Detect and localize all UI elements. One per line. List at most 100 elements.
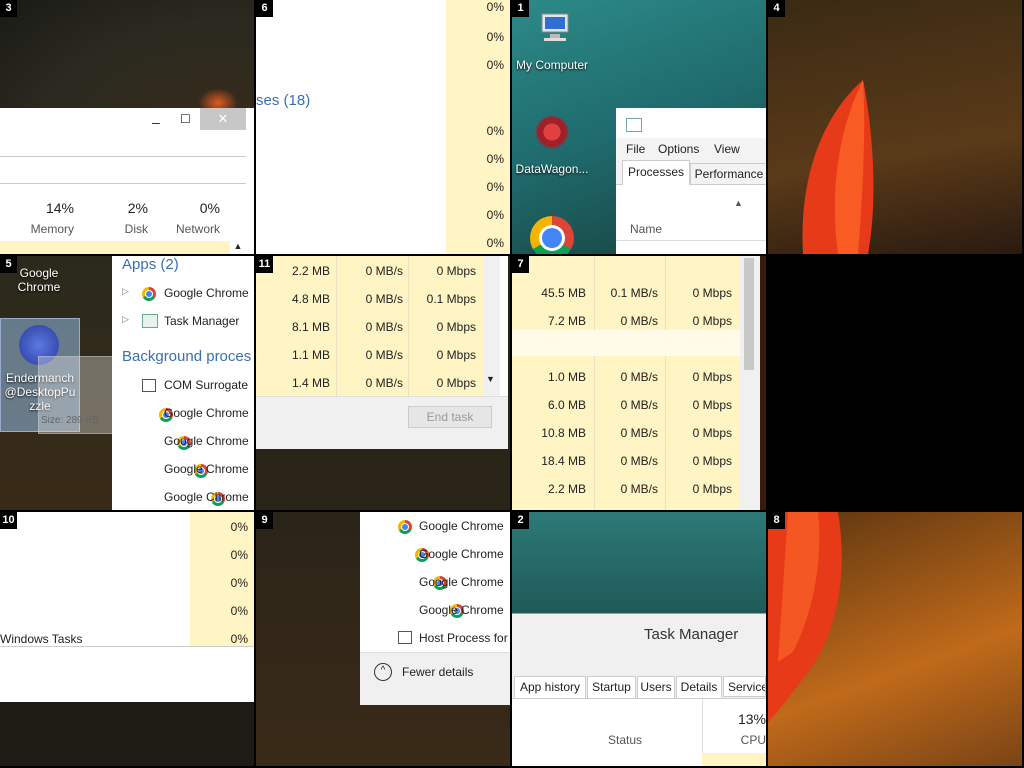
tile-10[interactable]: 10 0% 0% 0% 0% 0% Windows Tasks <box>0 512 254 766</box>
chevron-up-icon[interactable]: ^ <box>374 663 392 681</box>
cpu-value: 0% <box>230 520 248 534</box>
my-computer-icon[interactable] <box>538 10 572 44</box>
fewer-details-link[interactable]: Fewer details <box>402 665 473 679</box>
process-chrome[interactable]: Google Chrome <box>164 434 249 448</box>
chrome-icon <box>142 286 156 301</box>
background-processes-header: ses (18) <box>256 92 311 109</box>
tile-number: 9 <box>256 512 273 529</box>
process-com-surrogate[interactable]: COM Surrogate <box>164 378 248 392</box>
cpu-value: 0% <box>486 152 504 166</box>
column-headers: 13% CPU Status <box>512 699 766 766</box>
task-manager-icon <box>626 118 642 132</box>
tile-8[interactable]: 8 <box>768 512 1022 766</box>
usage-value: 0 MB/s <box>620 370 658 384</box>
tile-6[interactable]: 6 ses (18) 0% 0% 0% 0% 0% 0% 0% 0% <box>256 0 510 254</box>
cpu-value: 0% <box>486 236 504 250</box>
usage-value: 0 Mbps <box>436 320 476 334</box>
tab-app-history[interactable]: App history <box>514 676 586 699</box>
my-computer-label[interactable]: My Computer <box>512 58 592 72</box>
task-manager-window: 0% 0% 0% 0% 0% Windows Tasks <box>0 512 254 702</box>
usage-value: 0 Mbps <box>692 482 732 496</box>
usage-value: 0 MB/s <box>620 426 658 440</box>
process-chrome[interactable]: Google Chrome <box>419 547 504 561</box>
expand-icon[interactable]: ▷ <box>122 314 129 325</box>
process-windows-tasks[interactable]: Windows Tasks <box>0 632 82 646</box>
usage-value: 0 MB/s <box>620 314 658 328</box>
process-chrome[interactable]: Google Chrome <box>419 575 504 589</box>
network-header[interactable]: Network <box>160 222 220 236</box>
process-chrome[interactable]: Google Chrome <box>419 519 504 533</box>
cpu-percent: 13% <box>737 711 766 727</box>
usage-value: 0 Mbps <box>692 370 732 384</box>
minimize-icon[interactable]: – <box>152 114 160 130</box>
end-task-button[interactable]: End task <box>408 406 492 428</box>
menu-options[interactable]: Options <box>658 142 699 156</box>
tab-startup[interactable]: Startup <box>587 676 636 699</box>
footer: End task <box>256 396 508 449</box>
scrollbar[interactable] <box>740 256 760 510</box>
tile-5[interactable]: 5 Google Chrome Endermanch @DesktopPuzzl… <box>0 256 254 510</box>
divider <box>0 646 254 647</box>
process-host[interactable]: Host Process for W <box>419 631 510 645</box>
cpu-header[interactable]: CPU <box>702 733 766 747</box>
usage-value: 0 Mbps <box>692 426 732 440</box>
memory-header[interactable]: Memory <box>20 222 74 236</box>
disk-header[interactable]: Disk <box>90 222 148 236</box>
flower-petal-image <box>768 512 842 722</box>
usage-value: 0 MB/s <box>365 348 403 362</box>
cpu-value: 0% <box>486 0 504 14</box>
tile-9[interactable]: 9 Google Chrome Google Chrome Google Chr… <box>256 512 510 766</box>
expand-icon[interactable]: ▷ <box>122 286 129 297</box>
background-processes-header: Background proces <box>122 348 252 365</box>
process-chrome[interactable]: Google Chrome <box>164 406 249 420</box>
scrollbar[interactable]: ▼ <box>484 256 500 396</box>
scroll-down-icon[interactable]: ▼ <box>486 374 495 384</box>
group-gap-row <box>512 330 740 356</box>
datawagon-label[interactable]: DataWagon... <box>512 162 592 176</box>
memory-percent: 14% <box>45 200 74 216</box>
usage-value: 1.0 MB <box>547 370 586 384</box>
tile-7[interactable]: 7 45.5 MB 0.1 MB/s 0 Mbps 7.2 MB 0 MB/s 0 Mbp… <box>512 256 766 510</box>
usage-value: 0 MB/s <box>620 454 658 468</box>
tile-number: 3 <box>0 0 17 17</box>
tooltip-size: Size: 289 KB <box>41 415 99 426</box>
process-chrome[interactable]: Google Chrome <box>164 462 249 476</box>
usage-value: 6.0 MB <box>547 398 586 412</box>
tab-users[interactable]: Users <box>637 676 675 699</box>
tab-performance[interactable]: Performance <box>690 163 766 184</box>
tile-number: 2 <box>512 512 529 529</box>
name-column-header[interactable]: Name <box>630 222 662 236</box>
app-item-chrome[interactable]: Google Chrome <box>164 286 249 300</box>
tab-strip: App history Startup Users Details Servic… <box>512 676 766 699</box>
maximize-icon[interactable]: ☐ <box>180 112 191 126</box>
usage-value: 0 MB/s <box>365 376 403 390</box>
app-item-task-manager[interactable]: Task Manager <box>164 314 239 328</box>
usage-value: 0 Mbps <box>692 398 732 412</box>
usage-value: 0 Mbps <box>436 264 476 278</box>
empty-tile[interactable] <box>768 256 1022 510</box>
datawagon-icon[interactable] <box>532 112 572 152</box>
tab-processes[interactable]: Processes <box>622 160 690 185</box>
scrollbar-thumb[interactable] <box>744 258 754 370</box>
tab-services[interactable]: Service <box>723 676 766 697</box>
cpu-value: 0% <box>230 548 248 562</box>
process-chrome[interactable]: Google Chrome <box>164 490 249 504</box>
chrome-desktop-icon[interactable] <box>530 216 574 254</box>
menu-file[interactable]: File <box>626 142 645 156</box>
tab-details[interactable]: Details <box>676 676 722 699</box>
close-icon[interactable]: ✕ <box>200 108 246 130</box>
scroll-up-icon[interactable]: ▲ <box>230 241 246 254</box>
cpu-value: 0% <box>486 30 504 44</box>
task-manager-window: – ☐ ✕ 14% Memory 2% Disk 0% Network ▲ <box>0 108 254 254</box>
tile-3[interactable]: 3 – ☐ ✕ 14% Memory 2% Disk 0% Network ▲ <box>0 0 254 254</box>
menu-view[interactable]: View <box>714 142 740 156</box>
tile-1[interactable]: 1 My Computer DataWagon... File Options … <box>512 0 766 254</box>
process-chrome[interactable]: Google Chrome <box>419 603 504 617</box>
sort-up-icon[interactable]: ▲ <box>734 198 743 208</box>
cpu-value: 0% <box>230 576 248 590</box>
tile-2[interactable]: 2 Task Manager App history Startup Users… <box>512 512 766 766</box>
usage-value: 0 MB/s <box>365 292 403 306</box>
status-header[interactable]: Status <box>608 733 642 747</box>
tile-11[interactable]: 11 2.2 MB 0 MB/s 0 Mbps 4.8 MB 0 MB/s 0.1 Mbp… <box>256 256 510 510</box>
tile-4[interactable]: 4 <box>768 0 1022 254</box>
